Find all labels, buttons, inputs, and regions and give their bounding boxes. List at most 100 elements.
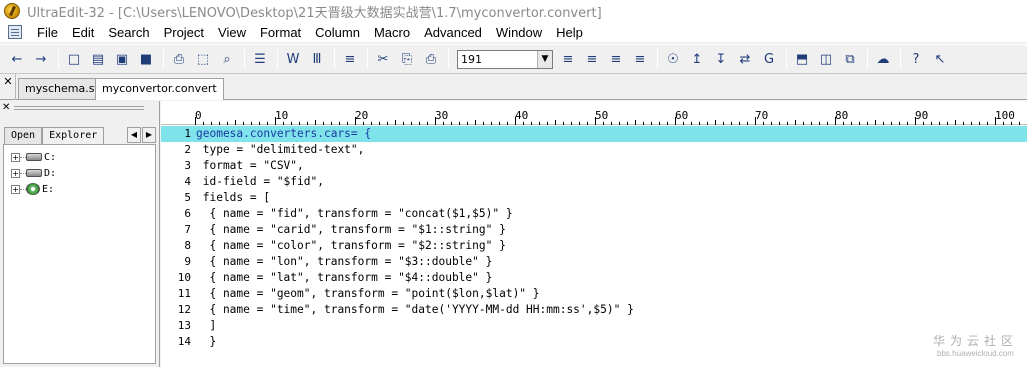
menu-file[interactable]: File — [30, 25, 65, 40]
cut-icon[interactable]: ✂ — [372, 48, 394, 70]
menu-search[interactable]: Search — [101, 25, 156, 40]
ruler-tick — [947, 122, 948, 125]
chevron-right-icon[interactable]: ▶ — [142, 127, 156, 143]
justify-icon[interactable]: ≡ — [629, 48, 651, 70]
ultraedit-app-icon[interactable] — [4, 3, 20, 19]
align-center-icon[interactable]: ≡ — [581, 48, 603, 70]
ruler-tick — [979, 122, 980, 125]
forward-arrow-icon[interactable]: → — [30, 48, 52, 70]
menu-macro[interactable]: Macro — [367, 25, 417, 40]
code-line-text[interactable]: } — [196, 334, 216, 350]
print-icon[interactable]: ⎙ — [168, 48, 190, 70]
back-arrow-icon[interactable]: ← — [6, 48, 28, 70]
ruler-tick — [339, 122, 340, 125]
code-line-text[interactable]: { name = "geom", transform = "point($lon… — [196, 286, 539, 302]
close-icon[interactable]: ✕ — [2, 76, 14, 88]
document-menu-icon[interactable] — [8, 25, 22, 39]
code-line[interactable]: 6 { name = "fid", transform = "concat($1… — [161, 206, 1027, 222]
code-line-text[interactable]: format = "CSV", — [196, 158, 304, 174]
find-icon[interactable]: ☉ — [662, 48, 684, 70]
code-line[interactable]: 1 geomesa.converters.cars= { — [161, 126, 1027, 142]
new-file-icon[interactable]: □ — [63, 48, 85, 70]
paste-icon[interactable]: ⎙ — [420, 48, 442, 70]
tab-explorer[interactable]: Explorer — [42, 127, 105, 144]
split-vertical-icon[interactable]: ◫ — [815, 48, 837, 70]
menu-window[interactable]: Window — [489, 25, 549, 40]
chevron-down-icon[interactable]: ▼ — [537, 50, 552, 68]
ruler-tick — [323, 122, 324, 125]
ftp-icon[interactable]: ☁ — [872, 48, 894, 70]
code-line-text[interactable]: geomesa.converters.cars= { — [196, 126, 371, 142]
word-wrap-icon[interactable]: W — [282, 48, 304, 70]
align-right-icon[interactable]: ≡ — [605, 48, 627, 70]
expand-plus-icon[interactable]: + — [11, 168, 20, 178]
code-line-text[interactable]: { name = "lat", transform = "$4::double"… — [196, 270, 492, 286]
align-left-icon[interactable]: ≡ — [557, 48, 579, 70]
code-editor[interactable]: 0 10 20 30 40 50 60 70 80 90 100 1 geomesa.converte… — [161, 101, 1027, 367]
copy-icon[interactable]: ⎘ — [396, 48, 418, 70]
tab-myconvertor[interactable]: myconvertor.convert — [95, 78, 224, 100]
drive-label: E: — [42, 183, 55, 195]
expand-plus-icon[interactable]: + — [11, 184, 20, 194]
code-line[interactable]: 5 fields = [ — [161, 190, 1027, 206]
code-line-text[interactable]: ] — [196, 318, 216, 334]
tree-item-drive-d[interactable]: + D: — [11, 166, 56, 180]
code-text-area[interactable]: 1 geomesa.converters.cars= {2 type = "del… — [161, 126, 1027, 367]
open-folder-icon[interactable]: ▤ — [87, 48, 109, 70]
code-line[interactable]: 3 format = "CSV", — [161, 158, 1027, 174]
file-tab-strip: ✕ myschema.sft myconvertor.convert — [0, 74, 1027, 100]
code-line[interactable]: 7 { name = "carid", transform = "$1::str… — [161, 222, 1027, 238]
panel-grip[interactable] — [14, 106, 144, 110]
tab-open[interactable]: Open — [4, 127, 43, 144]
save-icon[interactable]: ■ — [135, 48, 157, 70]
code-line[interactable]: 8 { name = "color", transform = "$2::str… — [161, 238, 1027, 254]
code-line-text[interactable]: id-field = "$fid", — [196, 174, 324, 190]
font-size-combo[interactable]: 191 ▼ — [457, 49, 553, 69]
code-line-text[interactable]: { name = "lon", transform = "$3::double"… — [196, 254, 492, 270]
help-icon[interactable]: ? — [905, 48, 927, 70]
code-line[interactable]: 11 { name = "geom", transform = "point($… — [161, 286, 1027, 302]
code-line-text[interactable]: { name = "fid", transform = "concat($1,$… — [196, 206, 512, 222]
split-horizontal-icon[interactable]: ⬒ — [791, 48, 813, 70]
menu-view[interactable]: View — [211, 25, 253, 40]
code-line[interactable]: 12 { name = "time", transform = "date('Y… — [161, 302, 1027, 318]
menu-edit[interactable]: Edit — [65, 25, 101, 40]
code-line[interactable]: 2 type = "delimited-text", — [161, 142, 1027, 158]
ruler-tick — [355, 117, 356, 125]
menu-column[interactable]: Column — [308, 25, 367, 40]
find-next-icon[interactable]: ↧ — [710, 48, 732, 70]
code-line[interactable]: 4 id-field = "$fid", — [161, 174, 1027, 190]
code-line-text[interactable]: fields = [ — [196, 190, 270, 206]
find-files-icon[interactable]: ⌕ — [216, 48, 238, 70]
properties-icon[interactable]: ☰ — [249, 48, 271, 70]
code-line[interactable]: 10 { name = "lat", transform = "$4::doub… — [161, 270, 1027, 286]
code-line[interactable]: 14 } — [161, 334, 1027, 350]
line-number: 13 — [177, 319, 191, 332]
code-line-text[interactable]: { name = "time", transform = "date('YYYY… — [196, 302, 633, 318]
goto-icon[interactable]: G — [758, 48, 780, 70]
menu-project[interactable]: Project — [157, 25, 211, 40]
ruler-tick — [1011, 122, 1012, 125]
print-preview-icon[interactable]: ⬚ — [192, 48, 214, 70]
context-help-icon[interactable]: ↖ — [929, 48, 951, 70]
replace-icon[interactable]: ⇄ — [734, 48, 756, 70]
code-line-text[interactable]: type = "delimited-text", — [196, 142, 365, 158]
watermark-title: 华为云社区 — [932, 334, 1018, 348]
code-line[interactable]: 13 ] — [161, 318, 1027, 334]
close-icon[interactable]: ✕ — [2, 102, 10, 113]
chevron-left-icon[interactable]: ◀ — [127, 127, 141, 143]
cascade-icon[interactable]: ⧉ — [839, 48, 861, 70]
format-icon[interactable]: ≡ — [339, 48, 361, 70]
hex-mode-icon[interactable]: Ⅲ — [306, 48, 328, 70]
menu-help[interactable]: Help — [549, 25, 590, 40]
close-file-icon[interactable]: ▣ — [111, 48, 133, 70]
menu-format[interactable]: Format — [253, 25, 308, 40]
menu-advanced[interactable]: Advanced — [417, 25, 489, 40]
tree-item-drive-c[interactable]: + C: — [11, 150, 56, 164]
code-line-text[interactable]: { name = "carid", transform = "$1::strin… — [196, 222, 505, 238]
expand-plus-icon[interactable]: + — [11, 152, 20, 162]
code-line-text[interactable]: { name = "color", transform = "$2::strin… — [196, 238, 505, 254]
tree-item-drive-e[interactable]: + E: — [11, 182, 54, 196]
code-line[interactable]: 9 { name = "lon", transform = "$3::doubl… — [161, 254, 1027, 270]
find-prev-icon[interactable]: ↥ — [686, 48, 708, 70]
